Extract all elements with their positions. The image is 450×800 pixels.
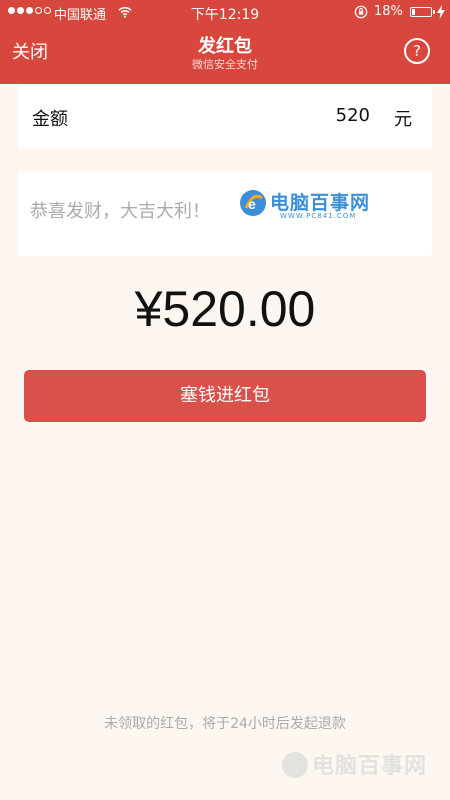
watermark-badge-icon bbox=[282, 752, 308, 778]
battery-icon bbox=[410, 7, 435, 17]
watermark-badge-icon: e bbox=[240, 190, 266, 216]
battery-fill bbox=[412, 9, 415, 15]
send-money-button[interactable]: 塞钱进红包 bbox=[24, 370, 426, 422]
svg-text:e: e bbox=[248, 196, 256, 212]
page-title: 发红包 bbox=[198, 36, 252, 57]
status-bar: 中国联通 下午12:19 18% bbox=[0, 0, 450, 24]
watermark-logo-bottom: 电脑百事网 bbox=[280, 746, 450, 786]
page-subtitle: 微信安全支付 bbox=[192, 58, 258, 71]
watermark-logo: e 电脑百事网 WWW.PC841.COM bbox=[238, 186, 398, 222]
watermark-brand: 电脑百事网 bbox=[270, 192, 371, 214]
total-amount-display: ¥520.00 bbox=[134, 281, 316, 337]
amount-label: 金额 bbox=[32, 109, 68, 130]
header-bar: 中国联通 下午12:19 18% 关闭 发红包 微信安全支付 ? bbox=[0, 0, 450, 84]
charging-bolt-icon bbox=[437, 5, 445, 19]
amount-unit: 元 bbox=[394, 109, 412, 130]
rotation-lock-icon bbox=[354, 5, 368, 19]
send-red-packet-screen: 中国联通 下午12:19 18% 关闭 发红包 微信安全支付 ? 金额 520 … bbox=[0, 0, 450, 800]
amount-value[interactable]: 520 bbox=[336, 105, 370, 126]
watermark-brand: 电脑百事网 bbox=[312, 754, 428, 779]
refund-notice: 未领取的红包，将于24小时后发起退款 bbox=[104, 716, 346, 732]
battery-percent: 18% bbox=[374, 4, 403, 19]
amount-input-field[interactable]: 金额 520 元 bbox=[18, 86, 432, 148]
greeting-placeholder[interactable]: 恭喜发财，大吉大利！ bbox=[30, 197, 210, 223]
watermark-url: WWW.PC841.COM bbox=[280, 212, 357, 220]
help-icon[interactable]: ? bbox=[404, 38, 430, 64]
